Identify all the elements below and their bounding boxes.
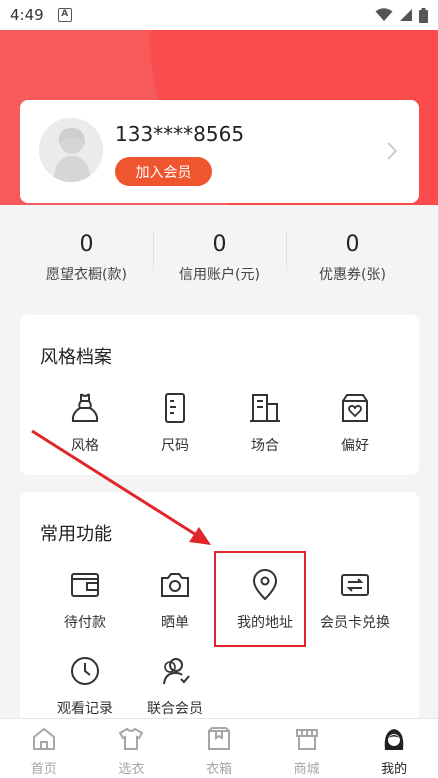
clock-icon [71,657,99,685]
style-item-preference[interactable]: 偏好 [310,391,400,455]
nav-item-choose-clothes[interactable]: 选衣 [88,719,176,778]
grid-item-label: 联合会员 [147,701,203,717]
stat-wishlist[interactable]: 0 愿望衣橱(款) [20,228,153,298]
nav-item-home[interactable]: 首页 [0,719,88,778]
style-item-style[interactable]: 风格 [40,391,130,455]
grid-item-label: 尺码 [161,438,189,454]
grid-item-label: 晒单 [161,615,189,631]
camera-icon [161,573,189,597]
func-item-pending-payment[interactable]: 待付款 [40,568,130,632]
stat-credit[interactable]: 0 信用账户(元) [153,228,286,298]
nav-label: 首页 [30,762,57,777]
style-item-occasion[interactable]: 场合 [220,391,310,455]
func-item-joint-membership[interactable]: 联合会员 [130,654,220,718]
battery-icon [419,7,428,23]
users-icon [163,658,190,685]
func-item-watch-history[interactable]: 观看记录 [40,654,130,718]
default-avatar-icon [39,118,103,182]
nav-label: 选衣 [118,762,145,777]
wallet-icon [71,573,99,597]
grid-item-label: 场合 [251,438,279,454]
grid-item-label: 风格 [71,438,99,454]
nav-item-wardrobe-box[interactable]: 衣箱 [175,719,263,778]
highlight-box [214,551,306,647]
dress-icon [71,393,99,422]
wifi-icon [375,8,393,21]
nav-label: 衣箱 [205,762,232,777]
grid-item-label: 会员卡兑换 [320,615,390,631]
status-indicators [375,7,428,23]
style-item-size[interactable]: 尺码 [130,391,220,455]
exchange-card-icon [341,574,369,596]
stat-value: 0 [79,232,94,257]
stat-value: 0 [212,232,227,257]
style-profile-card: 风格档案 风格 尺码 场合 偏好 [20,315,419,475]
stat-label: 愿望衣橱(款) [46,267,127,283]
section-title: 风格档案 [40,347,112,368]
nav-item-mine[interactable]: 我的 [350,719,438,778]
box-icon [207,727,230,750]
home-icon [32,727,55,750]
grid-item-label: 观看记录 [57,701,113,717]
phone-number: 133****8565 [115,122,245,146]
func-item-card-exchange[interactable]: 会员卡兑换 [310,568,400,632]
grid-item-label: 偏好 [341,438,369,454]
section-title: 常用功能 [40,524,112,545]
stat-label: 信用账户(元) [179,267,260,283]
func-item-share-order[interactable]: 晒单 [130,568,220,632]
nav-label: 商城 [293,762,320,777]
stat-label: 优惠券(张) [319,267,386,283]
status-time: 4:49 [10,6,44,24]
status-bar: 4:49 A [0,0,438,30]
account-stats: 0 愿望衣橱(款) 0 信用账户(元) 0 优惠券(张) [20,228,419,298]
nav-label: 我的 [381,762,408,777]
profile-card[interactable]: 133****8565 加入会员 [20,100,419,203]
notification-icon: A [57,8,72,22]
building-icon [250,394,280,422]
size-tag-icon [165,393,185,423]
shirt-icon [119,727,144,750]
nav-item-shop[interactable]: 商城 [263,719,351,778]
bottom-navigation: 首页 选衣 衣箱 商城 我的 [0,718,438,778]
profile-avatar-icon [384,729,404,750]
stat-coupons[interactable]: 0 优惠券(张) [286,228,419,298]
stat-value: 0 [345,232,360,257]
heart-box-icon [342,394,368,422]
join-member-button[interactable]: 加入会员 [115,157,212,186]
chevron-right-icon[interactable] [387,142,397,160]
grid-item-label: 待付款 [64,615,106,631]
signal-icon [400,9,412,21]
avatar[interactable] [39,118,103,182]
shop-icon [295,729,318,750]
